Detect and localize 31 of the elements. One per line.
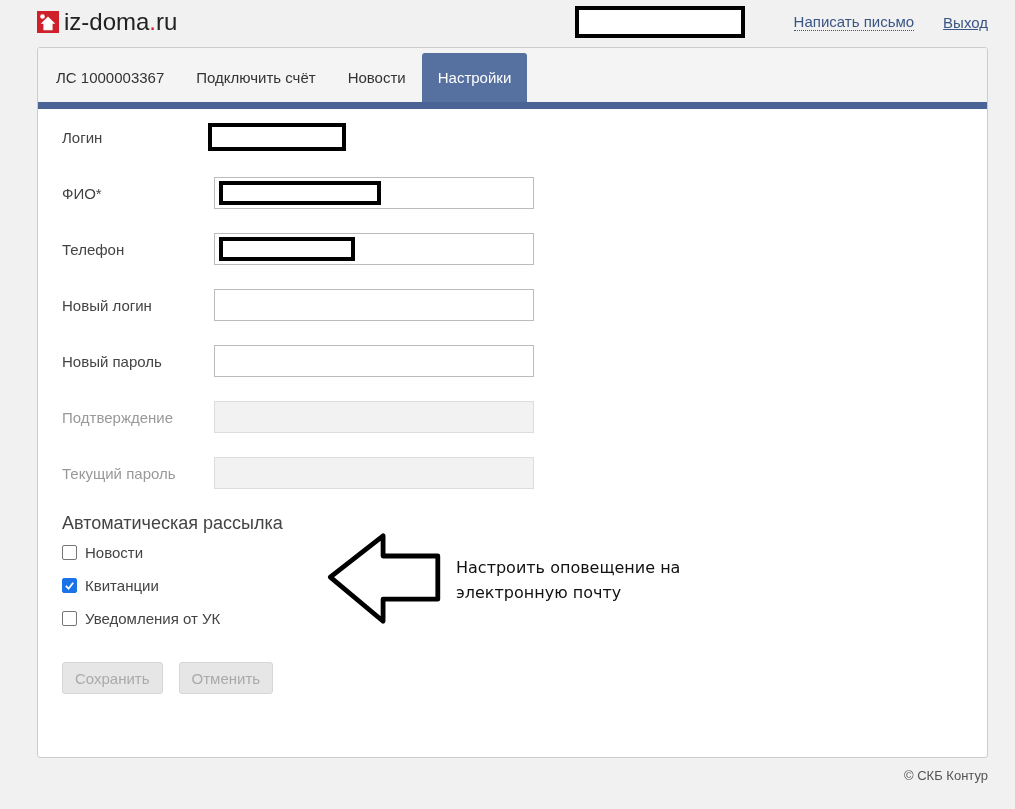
checkbox[interactable]	[62, 545, 77, 560]
input-field[interactable]	[214, 401, 534, 433]
section-title: Автоматическая рассылка	[62, 513, 284, 534]
input-field[interactable]	[214, 233, 534, 265]
house-logo-icon	[37, 11, 59, 33]
checkbox[interactable]	[62, 611, 77, 626]
copyright-text: © СКБ Контур	[904, 768, 988, 783]
input-field[interactable]	[214, 177, 534, 209]
checkbox-label: Квитанции	[85, 577, 159, 594]
field-label: Новый пароль	[62, 352, 163, 370]
field-label: Логин	[62, 128, 104, 146]
field-label: Телефон	[62, 240, 126, 258]
header-link[interactable]: Написать письмо	[793, 13, 915, 31]
tab[interactable]: Подключить счёт	[180, 53, 332, 102]
checkbox[interactable]	[62, 578, 77, 593]
input-field[interactable]	[214, 345, 534, 377]
checkbox-label: Уведомления от УК	[85, 610, 221, 627]
field-label: Подтверждение	[62, 408, 175, 426]
input-field[interactable]	[214, 457, 534, 489]
tab[interactable]: Новости	[331, 53, 422, 102]
input-field[interactable]	[214, 289, 534, 321]
checkbox-label: Новости	[85, 544, 144, 561]
field-label: Текущий пароль	[62, 464, 177, 482]
field-label: Новый логин	[62, 296, 153, 314]
site-logo[interactable]: iz-doma.ru	[64, 8, 178, 36]
checkmark-icon	[64, 580, 75, 591]
header-link[interactable]: Выход	[943, 13, 988, 31]
field-label: ФИО*	[62, 184, 103, 202]
annotation-text: Настроить оповещение на электронную почту	[456, 557, 682, 604]
tab[interactable]: ЛС 1000003367	[40, 53, 181, 102]
tab[interactable]: Настройки	[421, 53, 528, 102]
